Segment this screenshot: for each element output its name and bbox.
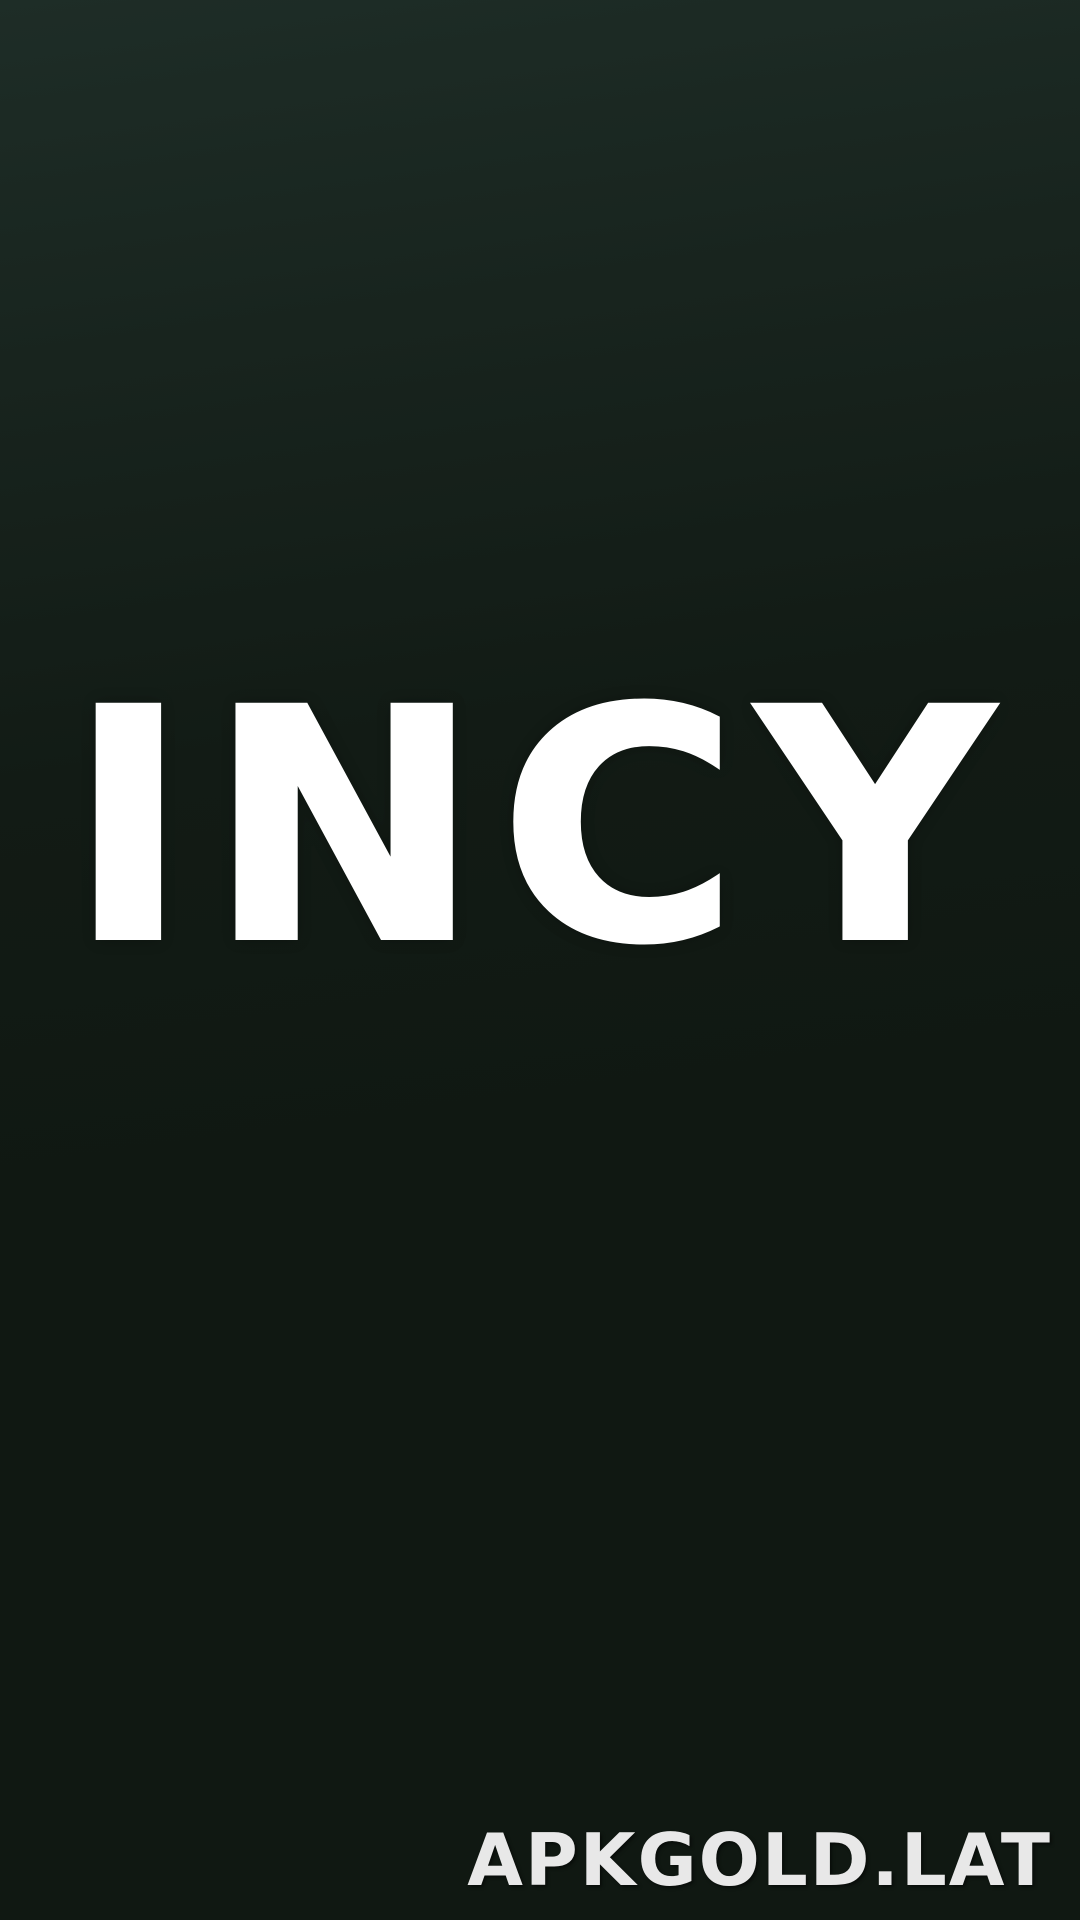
watermark-text: APKGOLD.LAT: [467, 1818, 1052, 1902]
app-logo-text: INCY: [66, 642, 1012, 1014]
splash-screen: INCY APKGOLD.LAT: [0, 0, 1080, 1920]
app-logo: INCY: [0, 666, 1080, 990]
